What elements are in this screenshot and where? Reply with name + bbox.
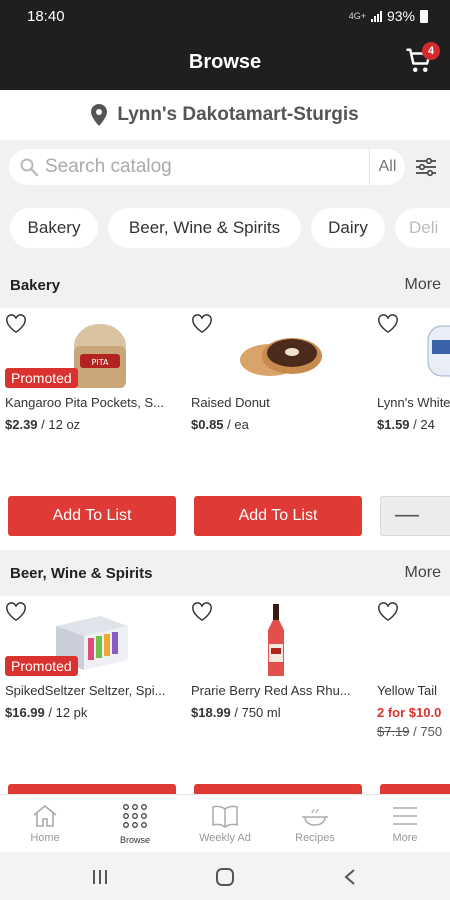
nav-item-recipes[interactable]: Recipes xyxy=(270,795,360,853)
product-name: Yellow Tail xyxy=(377,683,437,698)
product-card[interactable]: Promoted SpikedSeltzer Seltzer, Spi... $… xyxy=(0,596,176,794)
battery-percent: 93% xyxy=(386,8,415,24)
product-name: Lynn's White xyxy=(377,395,450,410)
search-input[interactable]: Search catalog All xyxy=(9,149,405,185)
location-pin-icon xyxy=(91,104,108,126)
nav-label: Weekly Ad xyxy=(199,832,251,844)
product-card[interactable]: Raised Donut $0.85 / ea Add To List xyxy=(186,308,362,548)
favorite-heart-icon[interactable] xyxy=(5,314,27,334)
nav-item-browse[interactable]: Browse xyxy=(90,795,180,853)
add-to-list-button[interactable] xyxy=(194,784,362,794)
favorite-heart-icon[interactable] xyxy=(191,602,213,622)
svg-text:PITA: PITA xyxy=(92,358,109,367)
search-placeholder: Search catalog xyxy=(45,156,172,177)
search-icon xyxy=(20,158,39,177)
section-title: Beer, Wine & Spirits xyxy=(10,565,153,582)
system-navigation-bar xyxy=(0,852,450,900)
status-bar: 18:40 4G+ 93% xyxy=(0,0,450,34)
favorite-heart-icon[interactable] xyxy=(5,602,27,622)
product-name: Prarie Berry Red Ass Rhu... xyxy=(191,683,351,698)
page-title: Browse xyxy=(188,51,262,73)
product-card[interactable]: Yellow Tail 2 for $10.0 $7.19 / 750 xyxy=(372,596,450,794)
favorite-heart-icon[interactable] xyxy=(377,602,399,622)
product-price: $1.59 / 24 xyxy=(377,417,435,432)
product-carousel-beer-wine-spirits: Promoted SpikedSeltzer Seltzer, Spi... $… xyxy=(0,596,450,794)
wine-bottle-image xyxy=(268,604,284,676)
nav-label: More xyxy=(392,832,418,844)
signal-icon xyxy=(370,10,382,22)
nav-item-weekly-ad[interactable]: Weekly Ad xyxy=(180,795,270,853)
white-bread-image xyxy=(427,325,450,377)
search-bar-area: Search catalog All xyxy=(0,140,450,196)
category-chip-bakery[interactable]: Bakery xyxy=(10,208,98,248)
section-title: Bakery xyxy=(10,277,61,294)
product-name: Raised Donut xyxy=(191,395,270,410)
product-card[interactable]: Lynn's White $1.59 / 24 — xyxy=(372,308,450,548)
promoted-badge: Promoted xyxy=(5,656,78,676)
product-price: $16.99 / 12 pk xyxy=(5,705,88,720)
section-more-link[interactable]: More xyxy=(405,276,441,294)
pot-icon xyxy=(302,808,328,826)
favorite-heart-icon[interactable] xyxy=(191,314,213,334)
store-selector[interactable]: Lynn's Dakotamart-Sturgis xyxy=(0,90,450,140)
category-chips: Bakery Beer, Wine & Spirits Dairy Deli xyxy=(0,196,450,262)
section-more-link[interactable]: More xyxy=(405,564,441,582)
cart-button[interactable]: 4 xyxy=(404,42,440,76)
deal-price: 2 for $10.0 xyxy=(377,705,442,720)
add-to-list-button[interactable]: Add To List xyxy=(8,496,176,536)
app-bar: Browse 4 xyxy=(0,34,450,90)
donut-image xyxy=(240,338,322,376)
status-time: 18:40 xyxy=(27,8,65,25)
favorite-heart-icon[interactable] xyxy=(377,314,399,334)
status-indicators: 4G+ 93% xyxy=(349,8,428,24)
category-chip-dairy[interactable]: Dairy xyxy=(311,208,385,248)
bottom-navigation: Home Browse Weekly Ad Recipes More xyxy=(0,794,450,852)
product-name: Kangaroo Pita Pockets, S... xyxy=(5,395,164,410)
section-header-bakery: Bakery More xyxy=(0,262,450,308)
nav-label: Home xyxy=(30,832,60,844)
book-icon xyxy=(212,805,238,828)
quantity-decrease-button[interactable]: — xyxy=(380,496,450,536)
nav-label: Browse xyxy=(119,835,150,845)
home-system-icon[interactable] xyxy=(215,867,235,887)
product-card[interactable]: PITA Promoted Kangaroo Pita Pockets, S..… xyxy=(0,308,176,548)
product-name: SpikedSeltzer Seltzer, Spi... xyxy=(5,683,166,698)
nav-item-home[interactable]: Home xyxy=(0,795,90,853)
recent-apps-icon[interactable] xyxy=(91,868,109,886)
cart-count-badge: 4 xyxy=(422,42,440,60)
add-to-list-button[interactable] xyxy=(8,784,176,794)
back-icon[interactable] xyxy=(343,868,357,886)
store-name: Lynn's Dakotamart-Sturgis xyxy=(117,104,359,125)
product-price: $2.39 / 12 oz xyxy=(5,417,81,432)
search-scope-selector[interactable]: All xyxy=(369,149,405,185)
network-type: 4G+ xyxy=(348,11,366,21)
product-carousel-bakery: PITA Promoted Kangaroo Pita Pockets, S..… xyxy=(0,308,450,552)
section-header-beer-wine-spirits: Beer, Wine & Spirits More xyxy=(0,550,450,596)
add-to-list-button[interactable] xyxy=(380,784,450,794)
grid-icon xyxy=(123,804,147,828)
product-price: $0.85 / ea xyxy=(191,417,249,432)
product-price: $18.99 / 750 ml xyxy=(191,705,281,720)
battery-icon xyxy=(420,9,428,23)
menu-icon xyxy=(393,807,417,825)
nav-item-more[interactable]: More xyxy=(360,795,450,853)
regular-price: $7.19 / 750 xyxy=(377,724,443,739)
category-chip-deli[interactable]: Deli xyxy=(395,208,450,248)
home-icon xyxy=(33,804,57,827)
category-chip-beer-wine-spirits[interactable]: Beer, Wine & Spirits xyxy=(108,208,301,248)
filter-icon[interactable] xyxy=(414,155,438,179)
product-card[interactable]: Prarie Berry Red Ass Rhu... $18.99 / 750… xyxy=(186,596,362,794)
nav-label: Recipes xyxy=(295,832,335,844)
add-to-list-button[interactable]: Add To List xyxy=(194,496,362,536)
promoted-badge: Promoted xyxy=(5,368,78,388)
